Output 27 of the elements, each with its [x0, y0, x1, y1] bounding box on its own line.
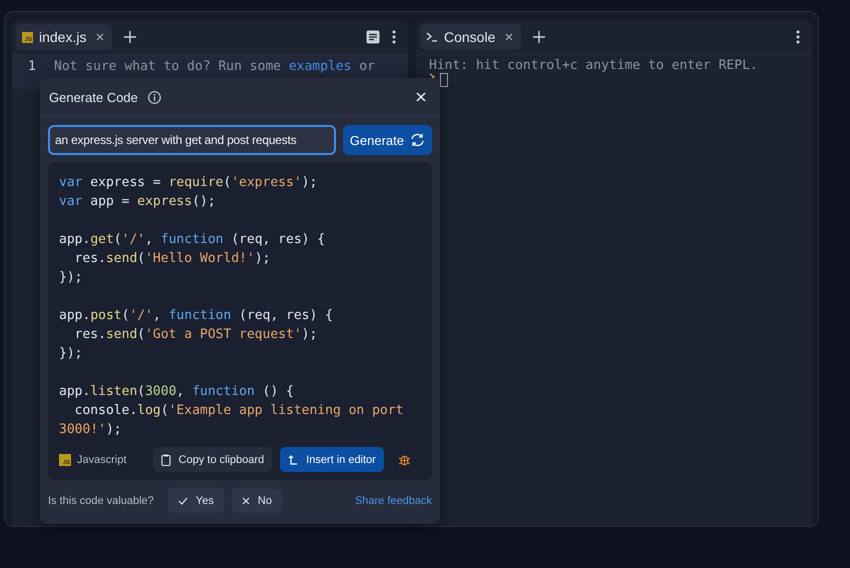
- hint-text: Not sure what to do? Run some: [54, 59, 282, 74]
- insert-button[interactable]: Insert in editor: [280, 447, 384, 472]
- code-line: var express = require('express');: [59, 175, 318, 190]
- dialog-title: Generate Code: [49, 90, 138, 104]
- code-line: res.send('Got a POST request');: [74, 327, 318, 342]
- code-line: res.send('Hello World!');: [74, 251, 270, 266]
- code-line: app.get('/', function (req, res) {: [59, 232, 326, 247]
- share-feedback-link[interactable]: Share feedback: [354, 494, 432, 506]
- console-hint: Hint: hit control+c anytime to enter REPL.: [429, 58, 759, 73]
- code-line: app.post('/', function (req, res) {: [59, 308, 333, 323]
- code-line: console.log('Example app listening on port: [74, 403, 404, 418]
- code-line: });: [59, 346, 82, 361]
- line-number: 1: [28, 59, 37, 76]
- code-line: var app = express();: [59, 194, 216, 209]
- feedback-question: Is this code valuable?: [48, 494, 154, 506]
- copy-button[interactable]: Copy to clipboard: [152, 447, 272, 472]
- language-label: Javascript: [77, 454, 127, 466]
- code-line: });: [59, 270, 82, 285]
- examples-link[interactable]: examples: [288, 59, 352, 74]
- prompt-field[interactable]: an express.js server with get and post requests: [48, 125, 336, 155]
- hint-text: or: [358, 59, 375, 74]
- no-button[interactable]: No: [232, 488, 282, 513]
- generate-button[interactable]: Generate: [342, 125, 432, 155]
- console-tab[interactable]: Console: [420, 24, 522, 50]
- code-line: 3000!');: [59, 422, 122, 437]
- code-line: app.listen(3000, function () {: [59, 384, 294, 399]
- yes-button[interactable]: Yes: [168, 488, 224, 513]
